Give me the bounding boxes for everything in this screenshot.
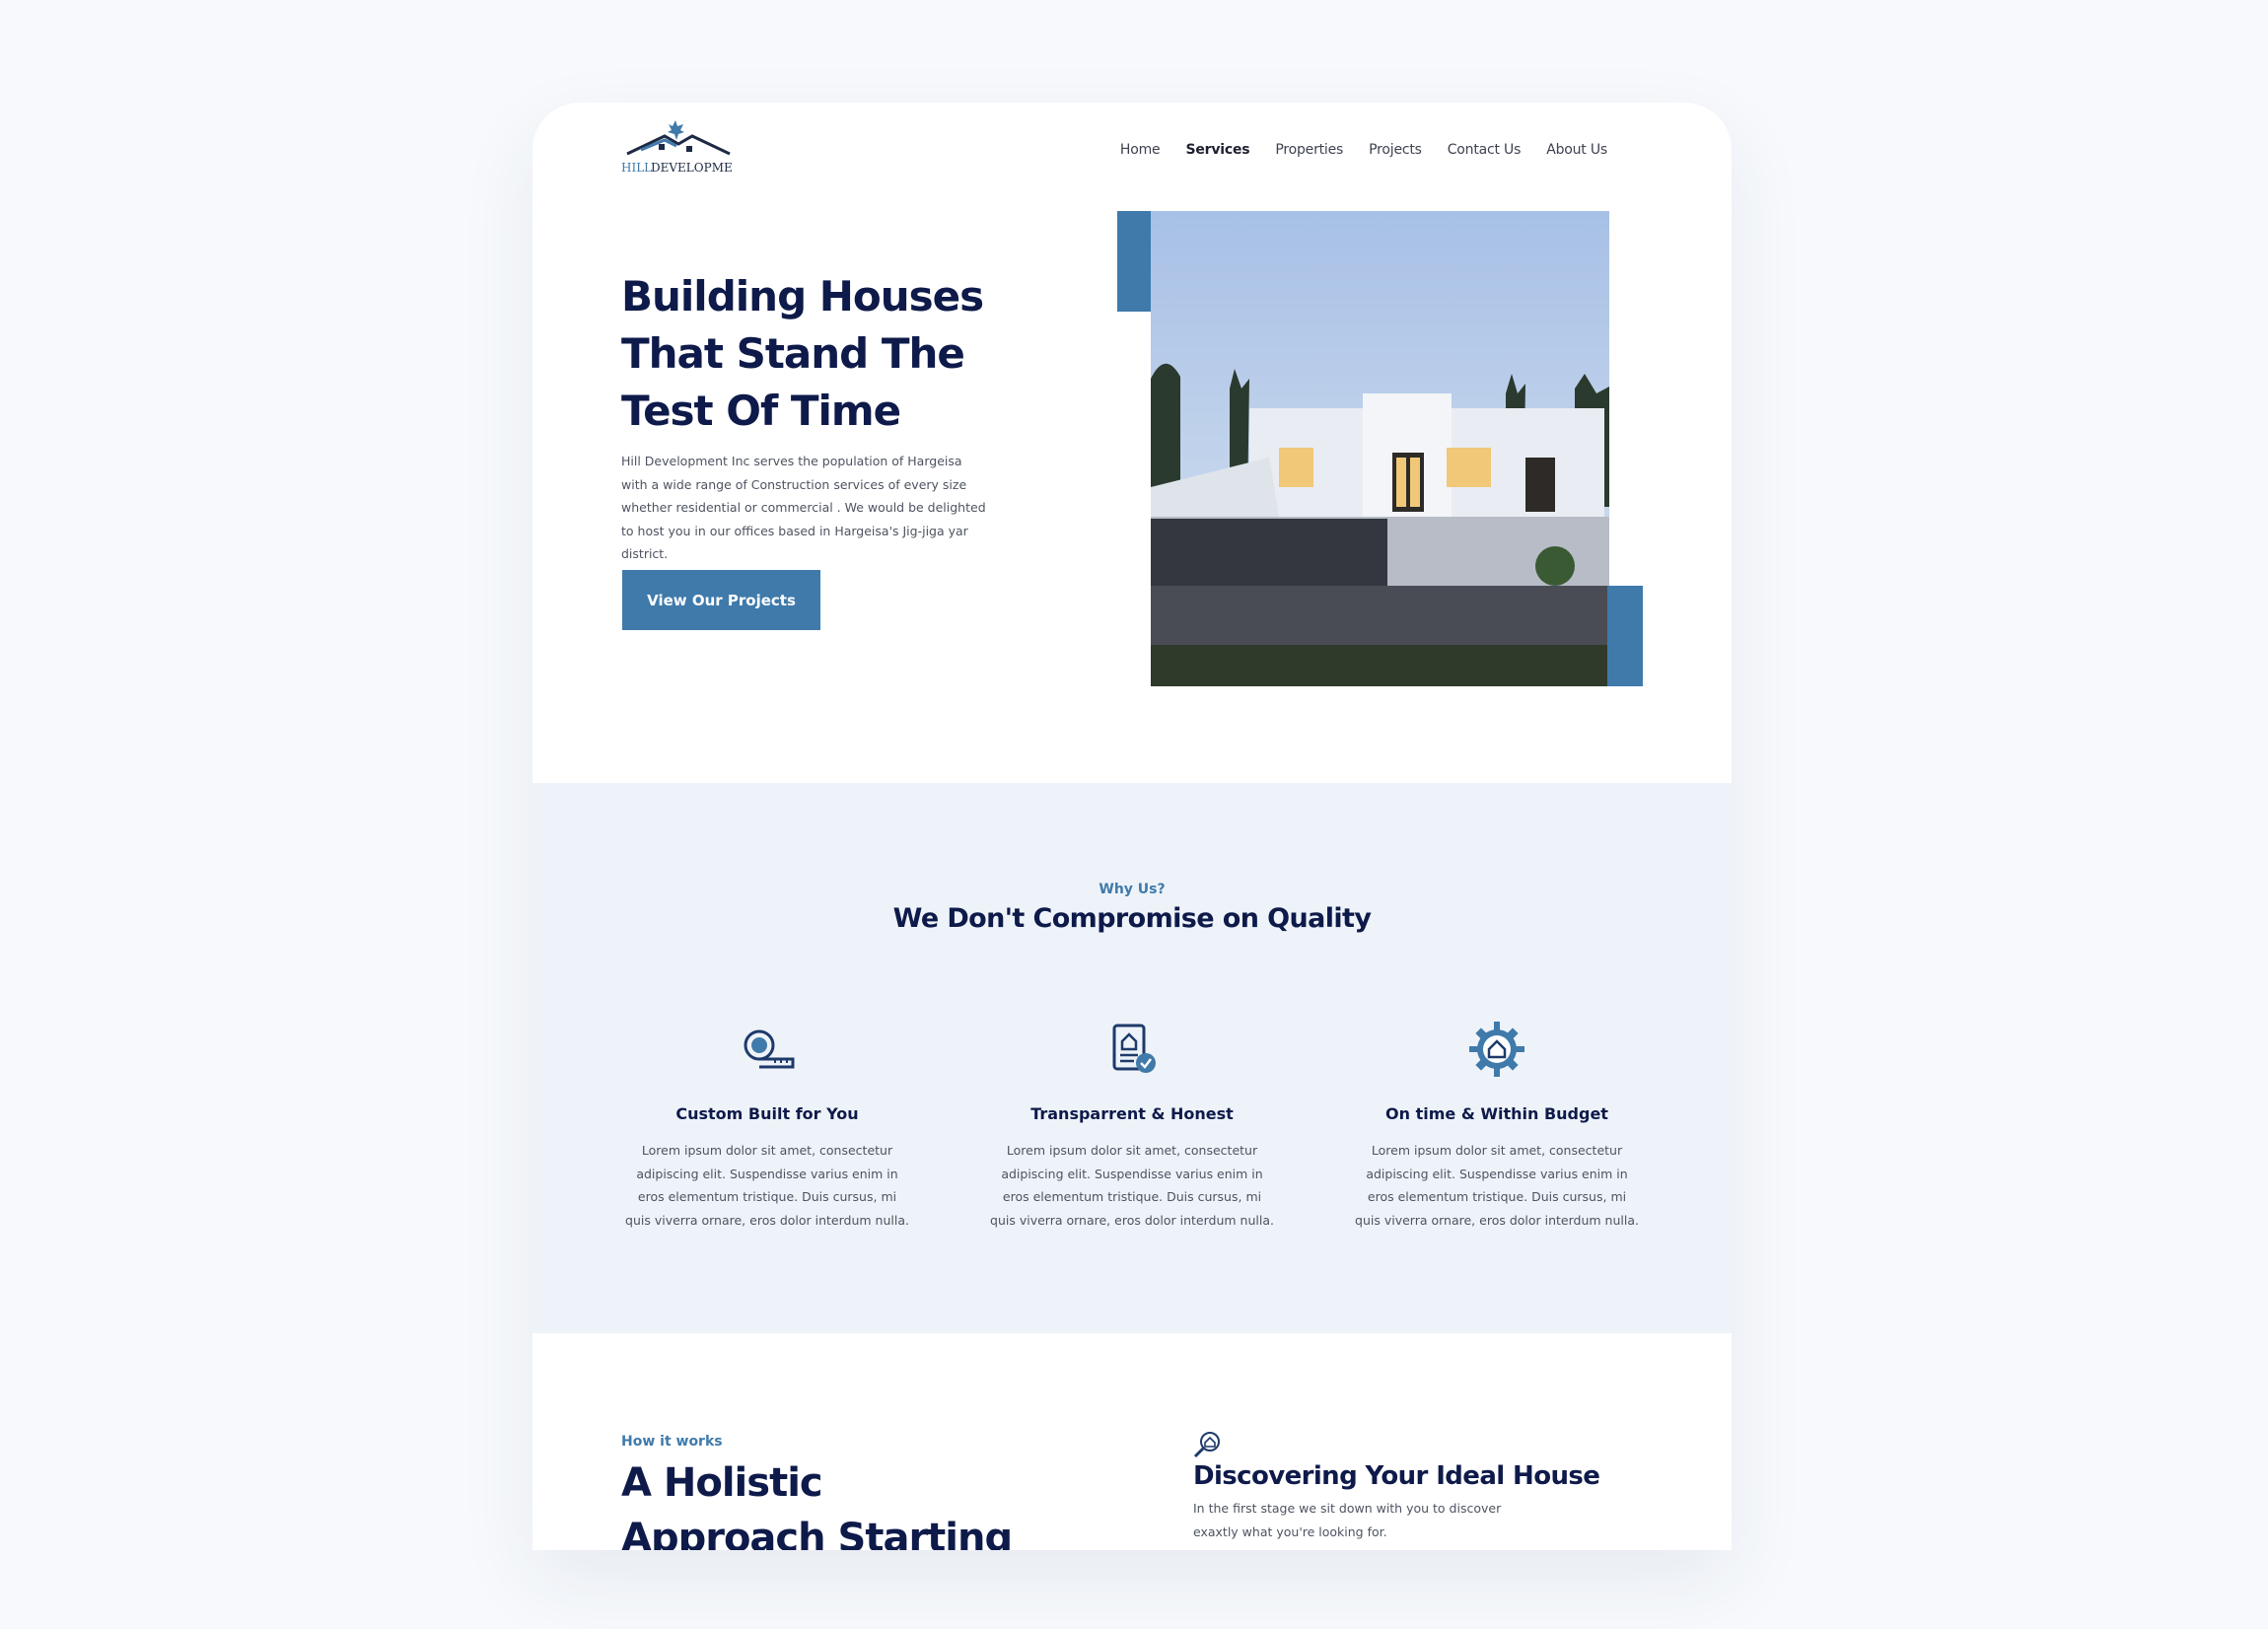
how-it-works-eyebrow: How it works	[621, 1434, 723, 1450]
feature-title: On time & Within Budget	[1385, 1104, 1608, 1123]
view-projects-button[interactable]: View Our Projects	[622, 570, 820, 630]
main-nav: Home Services Properties Projects Contac…	[1095, 142, 1607, 158]
how-it-works-title: A Holistic Approach Starting From Design	[621, 1460, 1013, 1550]
nav-contact-us[interactable]: Contact Us	[1448, 142, 1522, 158]
document-check-icon	[1102, 1020, 1162, 1079]
logo-text-hill: HILL	[621, 161, 652, 175]
nav-properties[interactable]: Properties	[1275, 142, 1343, 158]
step-text: In the first stage we sit down with you …	[1193, 1501, 1502, 1539]
nav-about-us[interactable]: About Us	[1546, 142, 1607, 158]
feature-text: Lorem ipsum dolor sit amet, consectetur …	[990, 1143, 1274, 1228]
tape-measure-icon	[738, 1020, 797, 1079]
nav-projects[interactable]: Projects	[1369, 142, 1422, 158]
feature-custom-built: Custom Built for You Lorem ipsum dolor s…	[619, 1020, 915, 1232]
hero-house-image	[1151, 211, 1609, 686]
feature-transparent-honest: Transparrent & Honest Lorem ipsum dolor …	[984, 1020, 1280, 1232]
feature-title: Transparrent & Honest	[1030, 1104, 1234, 1123]
hero-title: Building Houses That Stand The Test Of T…	[621, 272, 984, 435]
why-us-section: Why Us? We Don't Compromise on Quality C…	[532, 783, 1732, 1333]
hero-accent-block-bottom	[1607, 586, 1643, 686]
nav-services[interactable]: Services	[1185, 142, 1249, 158]
hero-description: Hill Development Inc serves the populati…	[621, 454, 986, 561]
feature-title: Custom Built for You	[675, 1104, 859, 1123]
step-title: Discovering Your Ideal House	[1193, 1461, 1600, 1491]
why-us-eyebrow: Why Us?	[1099, 882, 1166, 897]
gear-house-icon	[1467, 1020, 1526, 1079]
feature-text: Lorem ipsum dolor sit amet, consectetur …	[1355, 1143, 1639, 1228]
house-search-icon	[1192, 1430, 1222, 1459]
why-us-title: We Don't Compromise on Quality	[892, 903, 1372, 934]
hill-development-logo[interactable]: HILL DEVELOPMENT	[621, 116, 732, 177]
feature-on-time-budget: On time & Within Budget Lorem ipsum dolo…	[1349, 1020, 1645, 1232]
hero-accent-block-top	[1117, 211, 1153, 312]
nav-home[interactable]: Home	[1120, 142, 1161, 158]
page-card: HILL DEVELOPMENT Home Services Propertie…	[532, 103, 1732, 1550]
logo-text-development: DEVELOPMENT	[651, 161, 732, 175]
feature-text: Lorem ipsum dolor sit amet, consectetur …	[625, 1143, 909, 1228]
